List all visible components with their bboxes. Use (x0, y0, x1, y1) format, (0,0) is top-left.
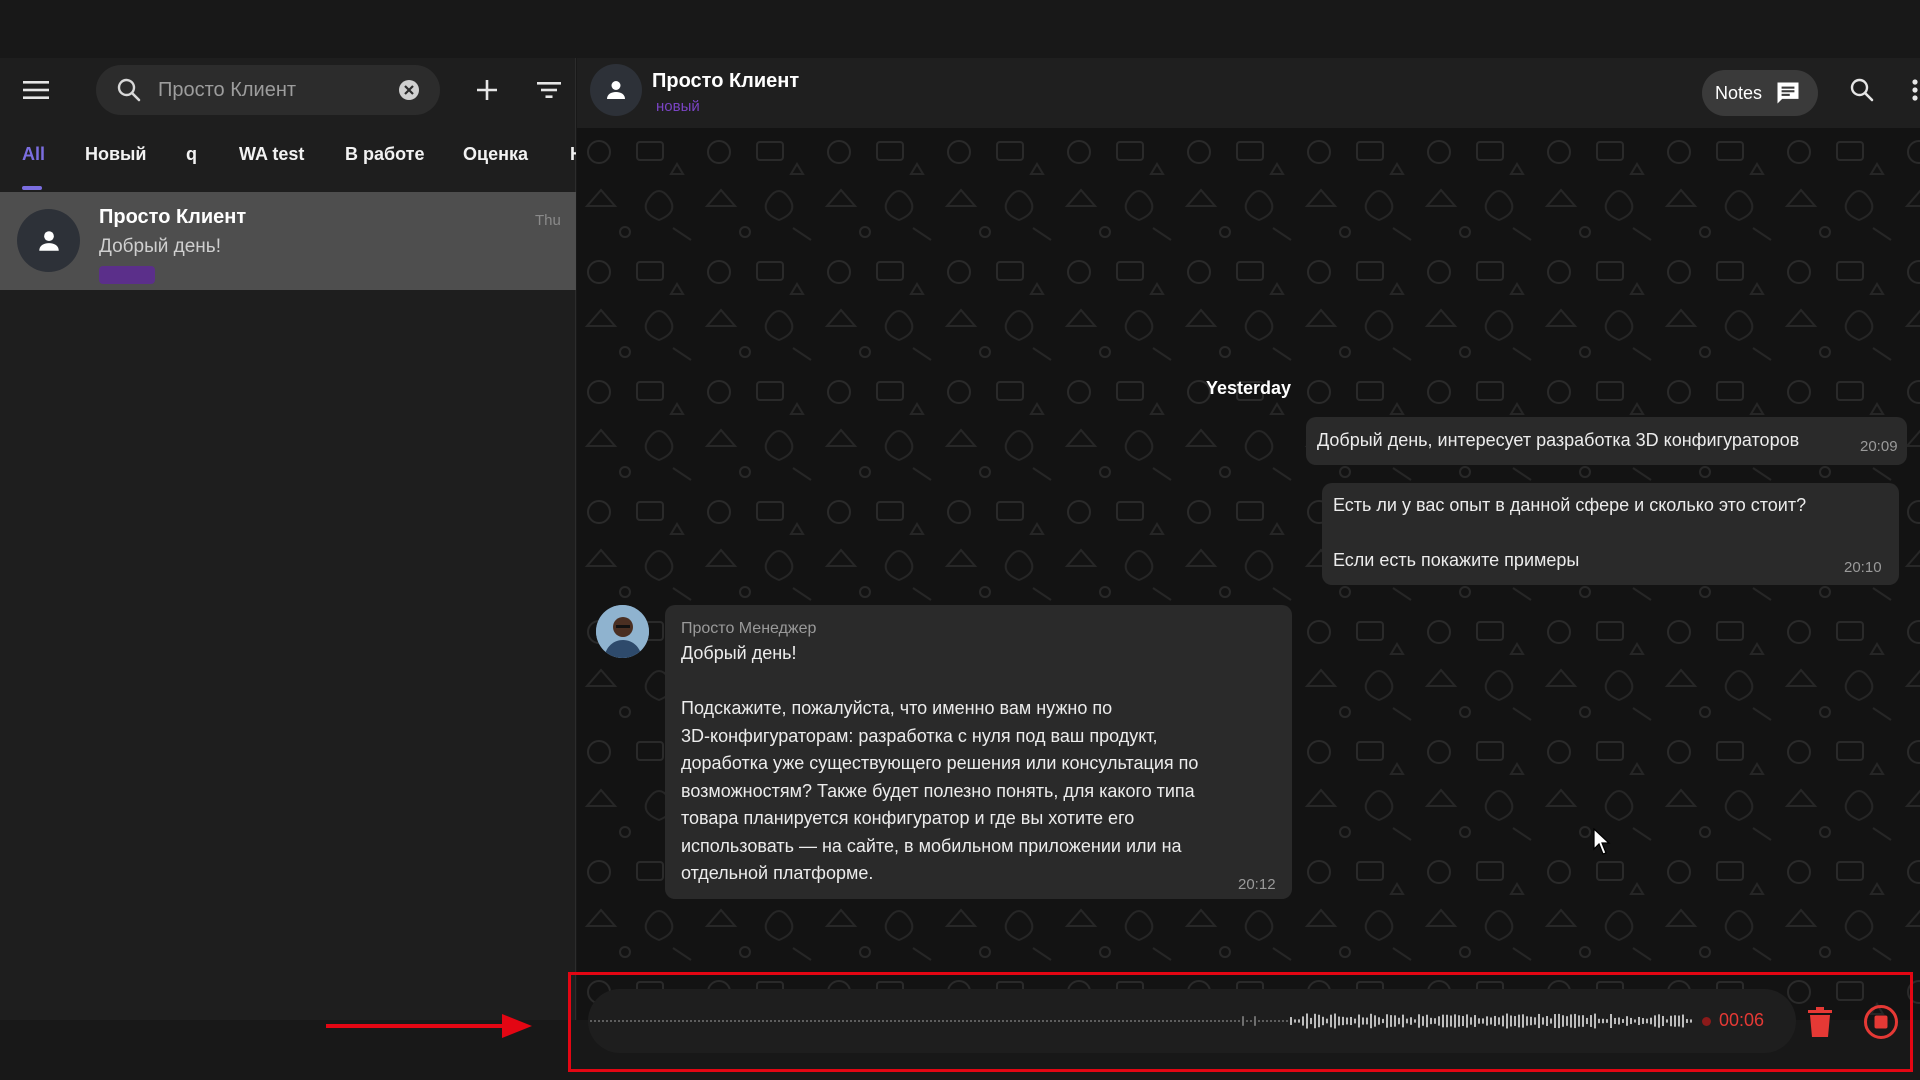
message-bubble[interactable]: Просто Менеджер Добрый день! Подскажите,… (665, 605, 1292, 899)
chat-pane: Просто Клиент новый Notes Yesterday Добр… (577, 58, 1920, 1020)
date-separator: Yesterday (1205, 378, 1292, 398)
message-line: использовать — на сайте, в мобильном при… (681, 835, 1182, 856)
search-icon[interactable] (1842, 70, 1882, 110)
message-body: Подскажите, пожалуйста, что именно вам н… (681, 695, 1198, 888)
app: Просто Клиент All Новый q WA test В рабо… (0, 58, 1920, 1072)
more-vert-icon[interactable] (1895, 70, 1920, 110)
tab-all[interactable]: All (22, 144, 45, 165)
message-line: возможностям? Также будет полезно понять… (681, 780, 1195, 801)
chat-list-sidebar: Просто Клиент All Новый q WA test В рабо… (0, 58, 576, 1038)
message-line: товара планируется конфигуратор и где вы… (681, 808, 1135, 828)
stop-icon[interactable] (1861, 1002, 1901, 1042)
contact-avatar[interactable] (590, 64, 642, 116)
active-tab-indicator (22, 186, 42, 190)
chat-tag (99, 266, 155, 284)
message-text: Если есть покажите примеры (1333, 550, 1580, 570)
annotation-arrow (326, 1014, 532, 1038)
chat-header: Просто Клиент новый Notes (577, 58, 1920, 128)
folder-tabs: All Новый q WA test В работе Оценка Н (0, 144, 576, 178)
message-time: 20:12 (1238, 876, 1276, 893)
tab-wa-test[interactable]: WA test (239, 144, 304, 165)
tab-q[interactable]: q (186, 144, 197, 165)
recording-waveform (590, 1013, 1692, 1029)
chat-name: Просто Клиент (99, 206, 247, 228)
message-line: отдельной платформе. (681, 863, 874, 883)
plus-icon[interactable] (467, 70, 507, 110)
avatar (17, 209, 80, 272)
sidebar-toolbar: Просто Клиент (0, 58, 576, 122)
message-text: Есть ли у вас опыт в данной сфере и скол… (1333, 495, 1807, 515)
filter-icon[interactable] (529, 70, 569, 110)
message-line: доработка уже существующего решения или … (681, 753, 1199, 773)
message-text: Добрый день, интересует разработка 3D ко… (1317, 430, 1800, 450)
search-icon (117, 78, 141, 102)
voice-recorder-bar (588, 989, 1796, 1053)
notes-button[interactable]: Notes (1702, 70, 1818, 116)
chat-preview: Добрый день! (99, 236, 221, 257)
mouse-cursor (1593, 828, 1611, 855)
chat-time: Thu (535, 212, 561, 229)
notes-label: Notes (1715, 82, 1763, 103)
search-input[interactable]: Просто Клиент (158, 79, 296, 102)
message-time: 20:09 (1860, 438, 1898, 455)
message-time: 20:10 (1844, 559, 1882, 576)
message-bubble[interactable]: Есть ли у вас опыт в данной сфере и скол… (1322, 483, 1899, 585)
contact-name[interactable]: Просто Клиент (652, 70, 799, 93)
search-box[interactable]: Просто Клиент (96, 65, 440, 115)
tab-estimate[interactable]: Оценка (463, 144, 528, 165)
recording-indicator-dot (1702, 1017, 1711, 1026)
message-bubble[interactable]: Добрый день, интересует разработка 3D ко… (1306, 417, 1907, 465)
person-icon (607, 81, 625, 99)
message-text: Добрый день! (681, 643, 797, 663)
message-sender: Просто Менеджер (681, 620, 817, 637)
clear-icon[interactable] (398, 79, 420, 101)
contact-status: новый (656, 98, 700, 115)
tab-more[interactable]: Н (570, 144, 576, 165)
message-line: Подскажите, пожалуйста, что именно вам н… (681, 698, 1113, 718)
menu-icon[interactable] (16, 70, 56, 110)
tab-in-progress[interactable]: В работе (345, 144, 425, 165)
tab-new[interactable]: Новый (85, 144, 147, 165)
message-line: 3D-конфигураторам: разработка с нуля под… (681, 725, 1158, 746)
person-icon (38, 230, 59, 251)
manager-avatar[interactable] (596, 605, 649, 658)
recording-timer: 00:06 (1719, 1010, 1765, 1030)
chat-list-item[interactable]: Просто Клиент Добрый день! Thu (0, 192, 576, 290)
trash-icon[interactable] (1800, 1002, 1840, 1042)
notes-icon (1777, 82, 1799, 104)
